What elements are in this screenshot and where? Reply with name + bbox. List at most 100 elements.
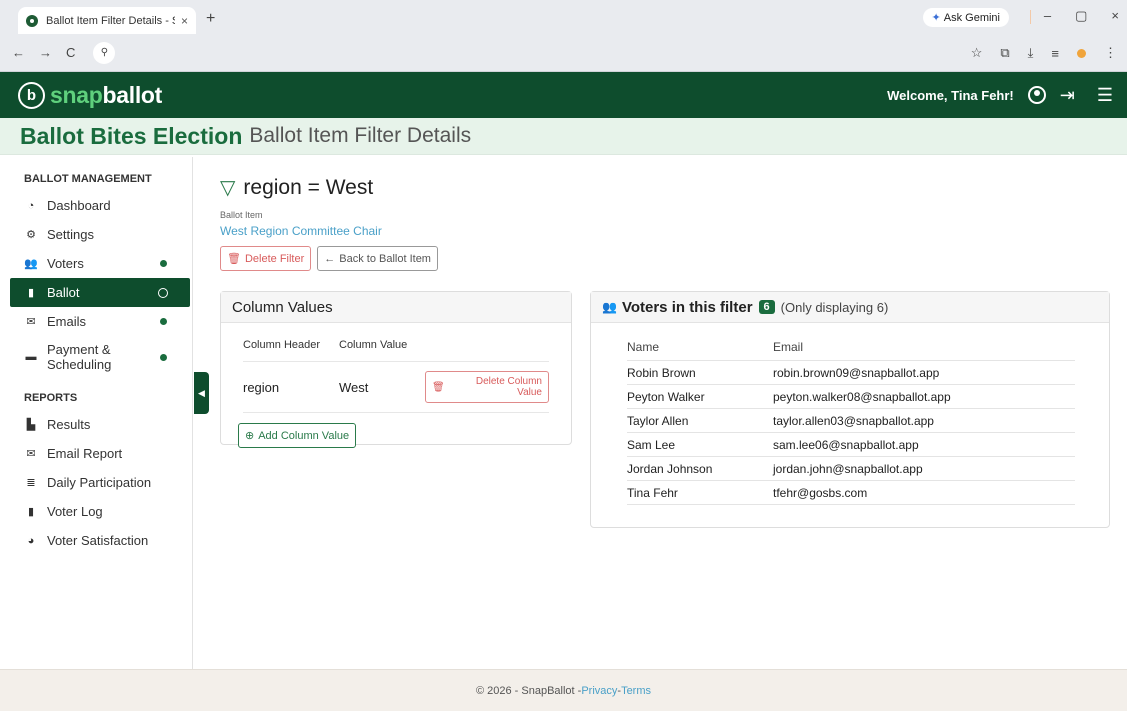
sidebar-item-voter-log[interactable]: ▮ Voter Log [10, 497, 192, 526]
back-to-ballot-item-button[interactable]: ← Back to Ballot Item [317, 246, 438, 271]
arrow-left-icon: ← [324, 252, 336, 265]
table-row: Taylor Allen taylor.allen03@snapballot.ap… [627, 408, 1075, 433]
email-report-icon: ✉ [26, 448, 36, 460]
sidebar-item-payment[interactable]: ▬ Payment & Scheduling [10, 336, 192, 378]
download-icon[interactable]: ⤓ [1028, 45, 1034, 61]
sidebar-item-email-report[interactable]: ✉ Email Report [10, 439, 192, 468]
sidebar-item-label: Voters [47, 256, 84, 271]
reading-list-icon[interactable]: ≡ [1051, 46, 1059, 61]
back-arrow-icon[interactable]: ← [12, 45, 25, 60]
sidebar-item-label: Voter Log [47, 504, 103, 519]
status-dot [160, 318, 167, 325]
sidebar-item-label: Payment & Scheduling [47, 342, 112, 372]
back-label: Back to Ballot Item [339, 252, 431, 265]
sidebar-item-label: Daily Participation [47, 475, 152, 490]
browser-menu-icon[interactable]: ⋮ [1104, 45, 1117, 61]
welcome-text: Welcome, Tina Fehr! [887, 87, 1014, 103]
page-title-bar: Ballot Bites Election Ballot Item Filter… [0, 118, 1127, 155]
browser-tab[interactable]: Ballot Item Filter Details - Snap × [18, 7, 196, 34]
sidebar-item-emails[interactable]: ✉ Emails [10, 307, 192, 336]
voter-email: jordan.john@snapballot.app [773, 456, 1075, 481]
toolbar-icons: ☆ ⧉ ⤓ ≡ ⋮ [971, 34, 1117, 72]
filter-actions: 🗑 Delete Filter ← Back to Ballot Item [220, 246, 1120, 271]
column-header-heading: Column Header [243, 339, 339, 362]
extension-dot-icon[interactable] [1077, 48, 1086, 58]
snapballot-logo[interactable]: b snapballot [18, 81, 163, 109]
dashboard-icon: ◔ [27, 199, 35, 212]
bookmark-star-icon[interactable]: ☆ [971, 45, 983, 61]
chevron-left-icon: ◀ [198, 387, 205, 398]
tab-title: Ballot Item Filter Details - Snap [46, 14, 175, 27]
add-column-value-label: Add Column Value [258, 429, 350, 442]
ballot-icon: ▮ [27, 287, 35, 299]
table-row: Sam Lee sam.lee06@snapballot.app [627, 432, 1075, 457]
filter-funnel-icon: ▽ [220, 177, 236, 199]
extensions-icon[interactable]: ⧉ [1000, 45, 1009, 61]
name-heading: Name [627, 340, 773, 361]
site-info-icon[interactable]: ⚲ [93, 41, 116, 64]
nav-controls: ← → C ⚲ [12, 41, 116, 64]
hamburger-menu-icon[interactable]: ☰ [1097, 85, 1113, 106]
election-title: Ballot Bites Election [20, 122, 243, 149]
column-values-card: Column Values Column Header Column Value… [220, 291, 572, 448]
favicon-icon [26, 14, 38, 27]
voters-title: Voters in this filter [621, 298, 753, 316]
logo-text: snapballot [50, 81, 163, 108]
status-ring [158, 287, 168, 298]
sidebar-item-ballot[interactable]: ▮ Ballot [10, 278, 190, 307]
column-value-cell: West [339, 361, 425, 413]
main-content: ▽ region = West Ballot Item West Region … [220, 157, 1120, 528]
sidebar-item-daily-participation[interactable]: ≣ Daily Participation [10, 468, 192, 497]
sidebar-item-settings[interactable]: ⚙ Settings [10, 220, 192, 249]
sidebar-item-label: Ballot [47, 285, 80, 300]
privacy-link[interactable]: Privacy [581, 685, 617, 697]
payment-icon: ▬ [25, 351, 37, 363]
trash-icon: 🗑 [227, 253, 241, 265]
table-row: region West 🗑 Delete Column Value [243, 361, 549, 413]
sidebar-item-dashboard[interactable]: ◔ Dashboard [10, 191, 192, 220]
gemini-label: Ask Gemini [943, 12, 1000, 24]
add-column-value-button[interactable]: ⊕ Add Column Value [238, 423, 357, 448]
ballot-item-link[interactable]: West Region Committee Chair [220, 224, 1120, 238]
close-window-button[interactable]: × [1111, 8, 1119, 24]
terms-link[interactable]: Terms [621, 685, 651, 697]
voter-name: Tina Fehr [627, 480, 773, 505]
sidebar-item-label: Email Report [47, 446, 123, 461]
filter-value: West [325, 175, 374, 199]
window-controls: – ▢ × [1044, 8, 1119, 24]
voters-card-header: 👥 Voters in this filter 6 (Only displayi… [591, 292, 1109, 323]
header-user-area: Welcome, Tina Fehr! ⇥ ☰ [887, 72, 1113, 118]
tab-close-icon[interactable]: × [181, 14, 188, 28]
voter-name: Sam Lee [627, 432, 773, 457]
sidebar-item-label: Results [47, 417, 91, 432]
browser-tab-bar: Ballot Item Filter Details - Snap × + ✦A… [0, 0, 1127, 34]
voter-count-badge: 6 [758, 300, 775, 314]
ballot-item-label: Ballot Item [220, 210, 263, 220]
ask-gemini-button[interactable]: ✦ Ask Gemini [922, 8, 1009, 27]
sidebar-item-results[interactable]: ▙ Results [10, 410, 192, 439]
voters-table: Name Email Robin Brown robin.brown09@snap… [627, 340, 1075, 505]
minimize-button[interactable]: – [1044, 8, 1051, 24]
table-row: Jordan Johnson jordan.john@snapballot.app [627, 456, 1075, 481]
logout-icon[interactable]: ⇥ [1060, 85, 1075, 106]
sidebar-item-label: Dashboard [47, 198, 111, 213]
email-heading: Email [773, 340, 1075, 361]
page-title: Ballot Item Filter Details [249, 124, 472, 147]
user-account-icon[interactable] [1027, 86, 1046, 104]
sidebar-item-label: Settings [47, 227, 94, 242]
table-header-row: Column Header Column Value [243, 339, 549, 362]
reload-icon[interactable]: C [66, 45, 75, 60]
voter-email: sam.lee06@snapballot.app [773, 432, 1075, 457]
voters-display-note: (Only displaying 6) [780, 299, 889, 315]
sidebar-collapse-button[interactable]: ◀ [194, 372, 209, 414]
sidebar-item-voters[interactable]: 👥 Voters [10, 249, 192, 278]
page-footer: © 2026 - SnapBallot - Privacy - Terms [0, 669, 1127, 711]
new-tab-button[interactable]: + [206, 10, 215, 28]
delete-filter-button[interactable]: 🗑 Delete Filter [220, 246, 312, 271]
forward-arrow-icon[interactable]: → [39, 45, 52, 60]
delete-column-value-button[interactable]: 🗑 Delete Column Value [425, 371, 549, 403]
voter-name: Taylor Allen [627, 408, 773, 433]
sidebar-item-voter-satisfaction[interactable]: ◕ Voter Satisfaction [10, 526, 192, 555]
restore-button[interactable]: ▢ [1075, 8, 1087, 24]
sidebar-item-label: Voter Satisfaction [47, 533, 149, 548]
